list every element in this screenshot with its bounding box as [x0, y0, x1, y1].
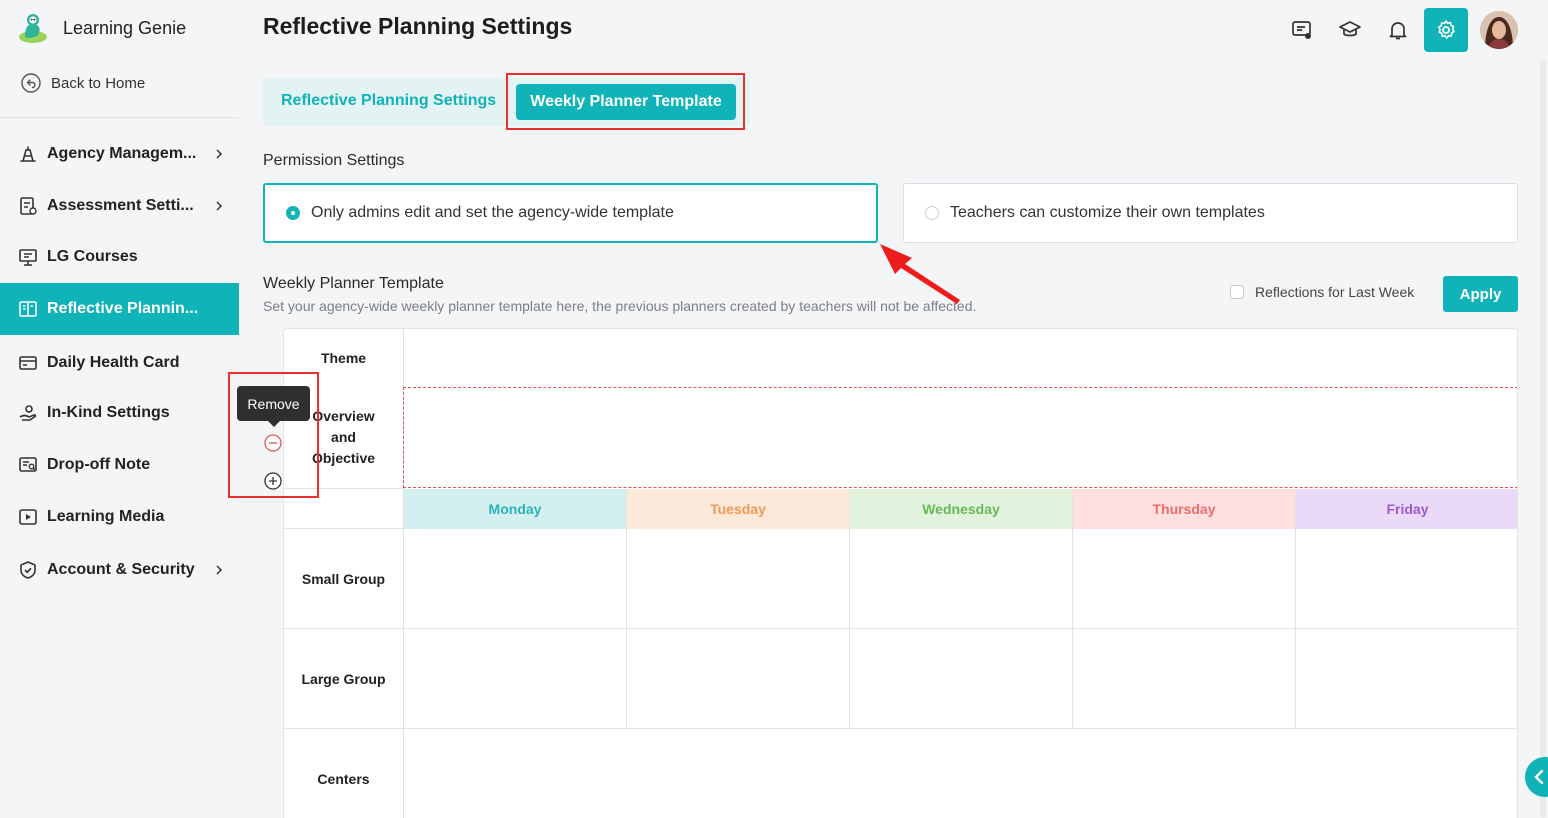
back-arrow-icon — [21, 73, 41, 93]
sidebar-item-label: In-Kind Settings — [47, 404, 170, 421]
health-card-icon — [18, 353, 38, 373]
app-name: Learning Genie — [63, 17, 187, 38]
sidebar-item-agency-management[interactable]: Agency Managem... — [0, 128, 239, 180]
tab-bar: Reflective Planning Settings Weekly Plan… — [263, 78, 750, 126]
row-divider — [284, 628, 1517, 629]
assessment-icon — [18, 196, 38, 216]
reflections-label: Reflections for Last Week — [1255, 284, 1415, 300]
scrollbar[interactable] — [1540, 60, 1546, 818]
shield-icon — [18, 560, 38, 580]
permission-settings-title: Permission Settings — [263, 152, 405, 169]
sidebar-item-daily-health-card[interactable]: Daily Health Card — [0, 337, 239, 389]
sidebar-item-learning-media[interactable]: Learning Media — [0, 491, 239, 543]
overview-row-selected-outline[interactable] — [403, 387, 1517, 488]
media-icon — [18, 507, 38, 527]
remove-tooltip: Remove — [237, 386, 310, 427]
row-label-line: and — [331, 429, 356, 445]
row-label-large-group: Large Group — [301, 670, 386, 687]
row-label-line: Objective — [311, 450, 376, 466]
sidebar-item-assessment-settings[interactable]: Assessment Setti... — [0, 180, 239, 232]
sidebar-item-label: Learning Media — [47, 508, 165, 525]
note-icon — [18, 455, 38, 475]
sidebar-item-account-security[interactable]: Account & Security — [0, 544, 239, 596]
weekly-planner-template-description: Set your agency-wide weekly planner temp… — [263, 298, 977, 314]
apply-button[interactable]: Apply — [1443, 276, 1518, 312]
sidebar-item-label: Agency Managem... — [47, 145, 197, 162]
user-avatar[interactable] — [1480, 11, 1518, 49]
weekly-planner-template-title: Weekly Planner Template — [263, 275, 444, 292]
sidebar-item-in-kind-settings[interactable]: In-Kind Settings — [0, 387, 239, 439]
settings-button[interactable] — [1424, 8, 1468, 52]
back-to-home-link[interactable]: Back to Home — [20, 72, 145, 94]
row-label-centers: Centers — [317, 770, 370, 787]
row-label-theme: Theme — [320, 349, 367, 366]
book-icon — [18, 299, 38, 319]
row-label-line: Overview — [312, 408, 375, 424]
annotation-arrow — [880, 244, 960, 304]
top-toolbar — [1276, 8, 1518, 52]
in-kind-icon — [18, 403, 38, 423]
sidebar-item-lg-courses[interactable]: LG Courses — [0, 231, 239, 283]
chevron-right-icon — [216, 149, 223, 159]
row-divider — [284, 488, 403, 489]
day-header-tuesday: Tuesday — [627, 489, 849, 529]
permission-option-admins-only[interactable]: Only admins edit and set the agency-wide… — [263, 183, 878, 243]
sidebar-item-label: Reflective Plannin... — [47, 300, 199, 317]
day-column-divider — [1295, 489, 1296, 729]
gear-icon — [1437, 20, 1455, 39]
row-label-small-group: Small Group — [301, 570, 386, 587]
permission-option-label: Only admins edit and set the agency-wide… — [311, 204, 674, 221]
sidebar-item-drop-off-note[interactable]: Drop-off Note — [0, 439, 239, 491]
sidebar-item-reflective-planning[interactable]: Reflective Plannin... — [0, 283, 239, 335]
add-row-icon[interactable] — [264, 472, 282, 490]
remove-row-icon[interactable] — [264, 434, 282, 452]
sidebar-item-label: LG Courses — [47, 248, 138, 265]
graduation-cap-icon — [1339, 21, 1361, 37]
chevron-right-icon — [216, 565, 223, 575]
radio-unselected[interactable] — [925, 206, 939, 220]
back-to-home-label: Back to Home — [51, 74, 146, 92]
avatar-image — [1480, 11, 1518, 49]
radio-selected[interactable] — [286, 206, 300, 220]
day-header-thursday: Thursday — [1073, 489, 1295, 529]
chevron-right-icon — [216, 201, 223, 211]
courses-button[interactable] — [1328, 8, 1372, 52]
day-column-divider — [1072, 489, 1073, 729]
permission-option-teachers-customize[interactable]: Teachers can customize their own templat… — [903, 183, 1518, 243]
sidebar-item-label: Account & Security — [47, 561, 195, 578]
brand[interactable]: Learning Genie — [16, 10, 186, 46]
sidebar-item-label: Drop-off Note — [47, 456, 151, 473]
checkbox[interactable] — [1230, 285, 1244, 299]
sidebar-item-label: Assessment Setti... — [47, 197, 194, 214]
page-title: Reflective Planning Settings — [263, 13, 573, 39]
day-header-friday: Friday — [1296, 489, 1517, 529]
learning-genie-logo-icon — [19, 14, 47, 43]
tab-reflective-planning-settings[interactable]: Reflective Planning Settings — [281, 92, 496, 110]
notifications-button[interactable] — [1376, 8, 1420, 52]
planner-template-table: Theme Overview and Objective Small Group… — [283, 328, 1518, 818]
sidebar-item-label: Daily Health Card — [47, 354, 180, 371]
chat-button[interactable] — [1280, 8, 1324, 52]
bell-icon — [1389, 22, 1407, 40]
day-column-divider — [849, 489, 850, 729]
chevron-left-icon — [1534, 769, 1544, 785]
chat-icon — [1292, 21, 1311, 39]
agency-icon — [18, 144, 38, 164]
row-divider — [284, 728, 1517, 729]
sidebar-divider — [0, 117, 238, 118]
day-header-monday: Monday — [404, 489, 626, 529]
collapse-panel-button[interactable] — [1525, 757, 1548, 797]
day-header-wednesday: Wednesday — [850, 489, 1072, 529]
tab-weekly-planner-template[interactable]: Weekly Planner Template — [516, 84, 736, 120]
courses-icon — [18, 247, 38, 267]
reflections-last-week-checkbox[interactable]: Reflections for Last Week — [1230, 284, 1414, 300]
permission-option-label: Teachers can customize their own templat… — [950, 204, 1265, 221]
day-column-divider — [626, 489, 627, 729]
sidebar: Learning Genie Back to Home Agency Manag… — [0, 0, 240, 818]
